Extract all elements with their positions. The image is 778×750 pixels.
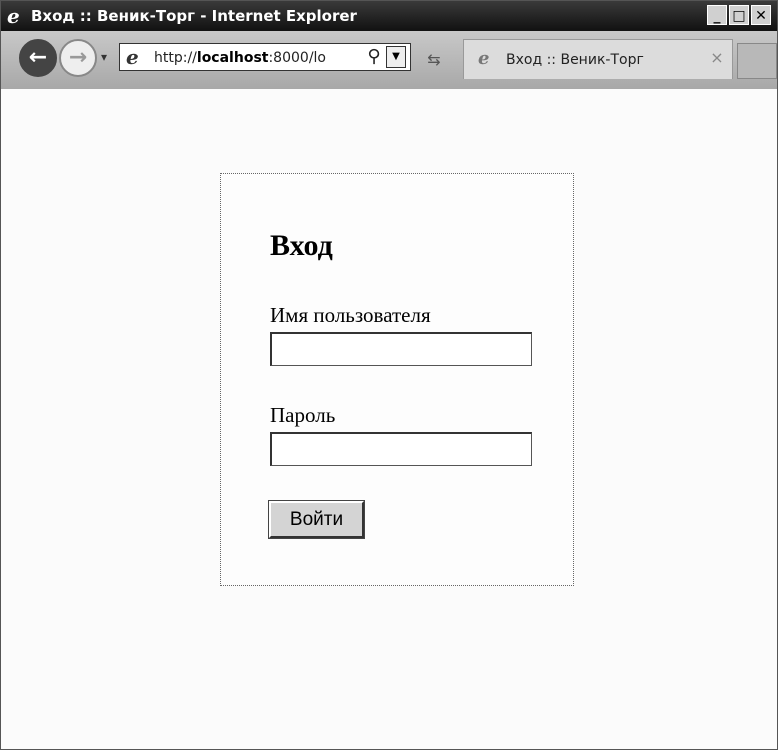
forward-icon: → [68,45,88,70]
maximize-button[interactable]: □ [729,5,749,25]
browser-window: e Вход :: Веник-Торг - Internet Explorer… [0,0,778,750]
password-input[interactable] [270,432,532,466]
window-title: Вход :: Веник-Торг - Internet Explorer [31,7,357,25]
page-content: Вход Имя пользователя Пароль Войти [1,89,777,749]
address-bar[interactable]: e http://localhost:8000/lo ⚲ ▼ [119,43,411,71]
new-tab-button[interactable] [737,43,777,79]
forward-button[interactable]: → [59,39,97,77]
back-icon: ← [28,45,48,70]
browser-toolbar: ← → ▾ e http://localhost:8000/lo ⚲ ▼ ⇆ e… [1,31,777,89]
tab-active[interactable]: e Вход :: Веник-Торг × [463,39,733,79]
page-title: Вход [270,229,333,262]
ie-icon: e [478,48,490,69]
refresh-icon[interactable]: ⇆ [421,49,447,71]
ie-icon: e [7,4,20,28]
username-input[interactable] [270,332,532,366]
nav-history-dropdown-icon[interactable]: ▾ [101,51,113,63]
search-icon[interactable]: ⚲ [364,47,384,67]
tab-title: Вход :: Веник-Торг [506,52,644,68]
login-form: Вход Имя пользователя Пароль Войти [220,173,574,586]
dropdown-icon[interactable]: ▼ [386,46,406,68]
back-button[interactable]: ← [19,39,57,77]
title-bar: e Вход :: Веник-Торг - Internet Explorer… [1,1,777,31]
ie-icon: e [126,45,139,69]
username-label: Имя пользователя [270,303,431,327]
login-button[interactable]: Войти [268,500,365,539]
minimize-button[interactable]: _ [707,5,727,25]
password-label: Пароль [270,403,336,427]
close-icon[interactable]: × [708,49,726,67]
close-button[interactable]: ✕ [751,5,771,25]
url-text[interactable]: http://localhost:8000/lo [154,50,354,66]
